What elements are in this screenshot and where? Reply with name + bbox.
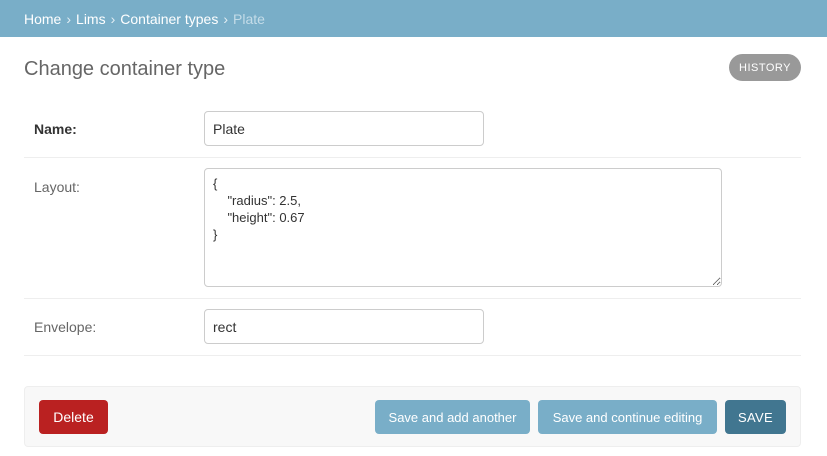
save-button[interactable]: SAVE [725, 400, 786, 434]
history-button[interactable]: HISTORY [729, 54, 801, 81]
name-label: Name: [34, 121, 77, 137]
breadcrumb-home-link[interactable]: Home [24, 11, 61, 27]
save-and-continue-button[interactable]: Save and continue editing [538, 400, 717, 434]
envelope-input[interactable] [204, 309, 484, 344]
delete-button[interactable]: Delete [39, 400, 108, 434]
breadcrumb-current: Plate [233, 10, 265, 27]
submit-row: Delete Save and add another Save and con… [24, 386, 801, 447]
breadcrumb-separator: › [66, 10, 72, 27]
breadcrumb-container-types-link[interactable]: Container types [120, 11, 218, 27]
save-and-add-another-button[interactable]: Save and add another [375, 400, 530, 434]
breadcrumb-separator: › [223, 10, 228, 27]
breadcrumb: Home › Lims › Container types › Plate [0, 0, 827, 37]
layout-textarea[interactable]: { "radius": 2.5, "height": 0.67 } [204, 168, 722, 287]
form-row-layout: Layout: { "radius": 2.5, "height": 0.67 … [24, 158, 801, 299]
layout-label: Layout: [34, 179, 80, 195]
name-input[interactable] [204, 111, 484, 146]
envelope-label: Envelope: [34, 319, 97, 335]
breadcrumb-lims-link[interactable]: Lims [76, 11, 106, 27]
form-row-name: Name: [24, 100, 801, 158]
breadcrumb-separator: › [110, 10, 116, 27]
page-title: Change container type [24, 58, 226, 80]
form-row-envelope: Envelope: [24, 299, 801, 356]
